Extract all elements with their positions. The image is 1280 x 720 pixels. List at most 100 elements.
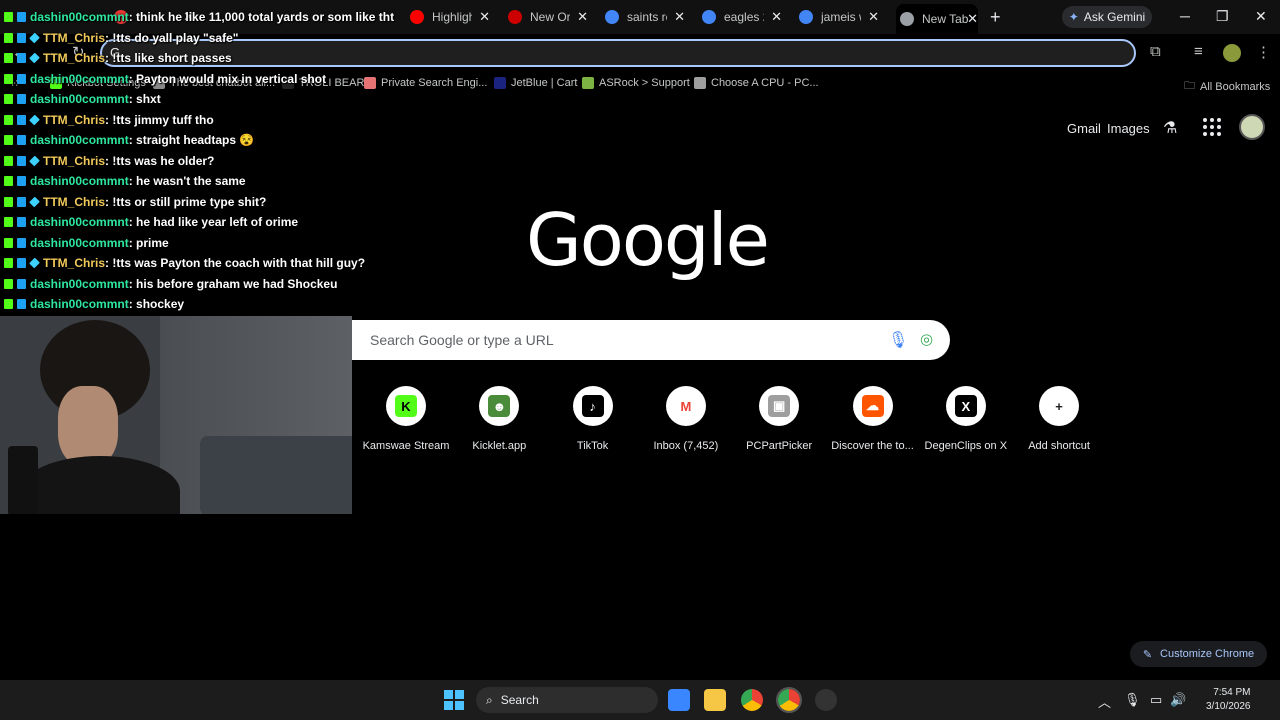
system-clock[interactable]: 7:54 PM 3/10/2026 [1206, 686, 1251, 714]
shortcut-glyph-icon: ☁ [861, 395, 884, 417]
volume-icon[interactable]: 🔊 [1170, 692, 1186, 708]
bookmark-item[interactable]: Private Search Engi... [364, 77, 487, 89]
bookmark-item[interactable]: JetBlue | Cart [494, 77, 577, 89]
chat-text: : !tts or still prime type shit? [105, 194, 267, 209]
tab-title: eagles 2 [724, 10, 764, 24]
menu-kebab-icon[interactable]: ⋮ [1256, 43, 1271, 61]
windows-taskbar: ⌕ Search ︿ 🎙 ▭ 🔊 7:54 PM 3/10/2026 [0, 680, 1280, 720]
chrome-icon[interactable] [741, 689, 763, 711]
shortcut-tile[interactable]: M Inbox (7,452) [640, 386, 732, 452]
obs-icon[interactable] [815, 689, 837, 711]
chat-username: dashin00commnt [30, 71, 129, 86]
kick-badge-icon [4, 196, 13, 207]
file-explorer-icon[interactable] [704, 689, 726, 711]
shortcut-tile[interactable]: K Kamswae Stream [360, 386, 452, 452]
kick-badge-icon [4, 135, 13, 145]
tab-close-icon[interactable]: ✕ [868, 9, 879, 25]
taskbar-search[interactable]: ⌕ Search [476, 687, 658, 713]
platform-badge-icon [17, 32, 26, 43]
diamond-badge-icon [29, 257, 40, 269]
google-lens-icon[interactable]: ◎ [920, 330, 933, 348]
address-bar[interactable]: G [100, 39, 1136, 67]
browser-tab[interactable]: saints re ✕ [605, 4, 685, 30]
platform-badge-icon [17, 217, 26, 227]
media-controls-icon[interactable]: ≡ [1194, 43, 1203, 60]
gmail-link[interactable]: Gmail [1067, 121, 1101, 136]
chat-message: TTM_Chris: !tts like short passes [4, 49, 232, 67]
tab-favicon-icon [702, 10, 716, 24]
chat-message: dashin00commnt: Payton would mix in vert… [4, 70, 326, 88]
tab-close-icon[interactable]: ✕ [479, 9, 490, 25]
shortcut-icon: X [945, 386, 986, 426]
chat-message: TTM_Chris: !tts was Payton the coach wit… [4, 254, 365, 272]
account-avatar[interactable] [1239, 114, 1265, 140]
store-app-icon[interactable] [668, 689, 690, 711]
profile-avatar[interactable] [1223, 44, 1241, 62]
diamond-badge-icon [29, 155, 40, 166]
voice-search-icon[interactable]: 🎙 [888, 330, 908, 350]
all-bookmarks-button[interactable]: 🗀 All Bookmarks [1184, 77, 1270, 96]
windows-start-icon[interactable] [444, 690, 464, 710]
chat-text: : !tts jimmy tuff tho [105, 112, 214, 127]
chat-message: dashin00commnt: shxt [4, 90, 161, 108]
bookmark-item[interactable]: Choose A CPU - PC... [694, 77, 819, 89]
shortcut-label: TikTok [576, 440, 609, 452]
shortcut-tile[interactable]: ☁ Discover the to... [827, 386, 919, 452]
customize-chrome-button[interactable]: ✎ Customize Chrome [1130, 641, 1267, 667]
bookmark-item[interactable]: ASRock > Support [582, 77, 690, 89]
shortcut-label: PCPartPicker [746, 440, 813, 452]
chat-text: : his before graham we had Shockeu [128, 276, 338, 291]
chat-message: dashin00commnt: straight headtaps 😵 [4, 131, 254, 149]
chat-text: : !tts was he older? [105, 153, 215, 168]
mic-tray-icon[interactable]: 🎙 [1124, 692, 1141, 708]
chat-text: : think he like 11,000 total yards or so… [128, 10, 395, 24]
browser-tab[interactable]: New Orl ✕ [508, 4, 588, 30]
shortcut-tile[interactable]: ▣ PCPartPicker [733, 386, 825, 452]
extensions-icon[interactable]: ⧉ [1150, 43, 1161, 60]
tab-close-icon[interactable]: ✕ [967, 11, 978, 27]
new-tab-button[interactable]: + [990, 7, 1001, 28]
google-apps-icon[interactable] [1203, 118, 1221, 136]
search-box[interactable]: 🎙 ◎ [330, 320, 950, 360]
tab-close-icon[interactable]: ✕ [577, 9, 588, 25]
chat-username: dashin00commnt [30, 10, 129, 24]
kick-badge-icon [4, 32, 13, 43]
shortcut-tile[interactable]: + Add shortcut [1013, 386, 1105, 452]
chat-username: TTM_Chris [43, 112, 106, 127]
browser-tab[interactable]: New Tab ✕ [896, 4, 978, 34]
chat-text: : shxt [128, 92, 161, 106]
chat-username: TTM_Chris [43, 256, 106, 270]
desktop: + ✦ Ask Gemini ─ ❐ ✕ ✕ Highligh ✕ New Orl ✕ s… [0, 0, 1280, 720]
tab-close-icon[interactable]: ✕ [771, 9, 782, 25]
chat-message: TTM_Chris: !tts or still prime type shit… [4, 193, 266, 211]
tab-favicon-icon [508, 10, 522, 24]
tab-close-icon[interactable]: ✕ [674, 9, 685, 25]
chrome-active-icon[interactable] [776, 687, 802, 713]
labs-flask-icon[interactable]: ⚗ [1163, 118, 1177, 138]
tab-title: saints re [627, 10, 667, 24]
shortcut-tile[interactable]: ☻ Kicklet.app [453, 386, 545, 452]
pencil-icon: ✎ [1142, 648, 1153, 661]
chat-message: dashin00commnt: think he like 11,000 tot… [4, 8, 394, 26]
shortcut-tile[interactable]: ♪ TikTok [547, 386, 639, 452]
chat-text: : prime [128, 235, 169, 250]
ask-gemini-button[interactable]: ✦ Ask Gemini [1062, 6, 1152, 28]
close-window-button[interactable]: ✕ [1255, 8, 1267, 25]
browser-tab[interactable]: Highligh ✕ [410, 4, 490, 30]
shortcut-tile[interactable]: X DegenClips on X [920, 386, 1012, 452]
search-input[interactable] [370, 330, 850, 350]
minimize-button[interactable]: ─ [1180, 8, 1190, 24]
chat-username: dashin00commnt [30, 297, 129, 311]
kick-badge-icon [4, 217, 13, 227]
restore-button[interactable]: ❐ [1216, 8, 1229, 25]
kick-badge-icon [4, 53, 13, 63]
images-link[interactable]: Images [1107, 121, 1150, 136]
platform-badge-icon [17, 12, 26, 22]
browser-tab[interactable]: eagles 2 ✕ [702, 4, 782, 30]
network-icon[interactable]: ▭ [1150, 692, 1162, 708]
shortcut-icon: + [1039, 386, 1080, 426]
shortcut-glyph-icon: ☻ [488, 395, 511, 417]
browser-tab[interactable]: jameis w ✕ [799, 4, 879, 30]
tray-chevron-icon[interactable]: ︿ [1098, 692, 1111, 711]
shortcut-label: Discover the to... [831, 440, 914, 452]
